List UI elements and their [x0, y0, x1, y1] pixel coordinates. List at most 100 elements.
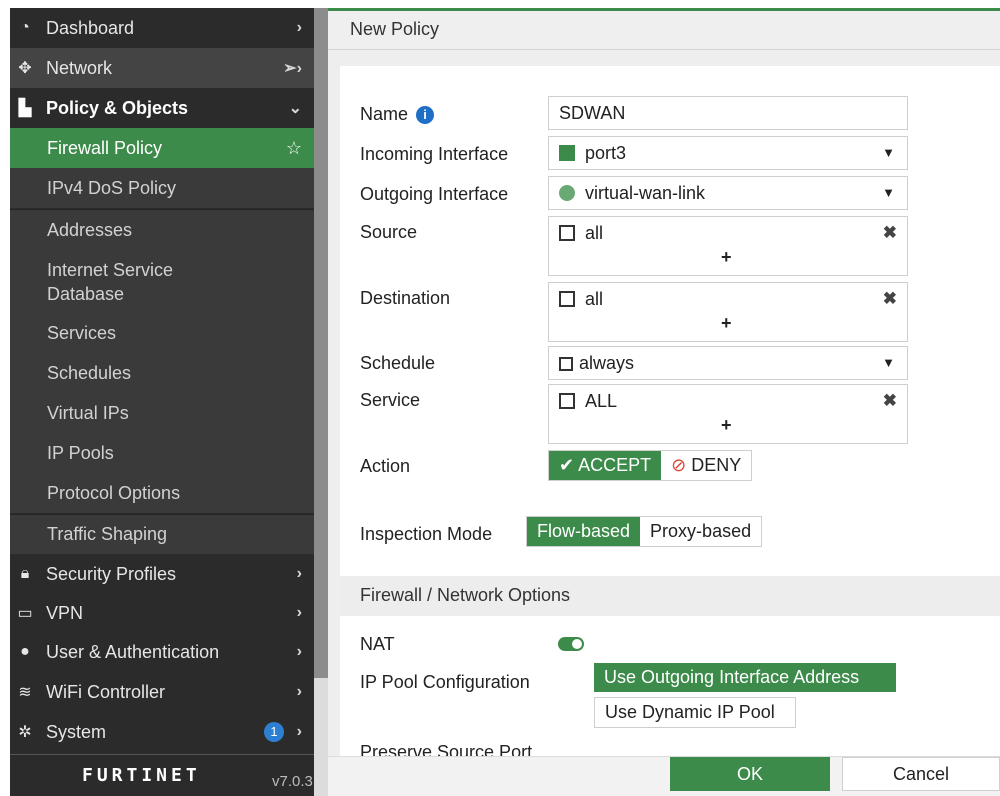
caret-down-icon: ▼ [882, 355, 895, 370]
deny-label: DENY [691, 455, 742, 475]
flow-based-button[interactable]: Flow-based [527, 517, 641, 546]
wifi-icon: ≋ [18, 684, 32, 701]
sidebar-item-label: User & Authentication [46, 641, 220, 662]
accept-button[interactable]: ✔ ACCEPT [549, 451, 662, 480]
sidebar-scrollbar[interactable] [314, 8, 328, 678]
sidebar-item-wifi-controller[interactable]: ≋ WiFi Controller › [10, 672, 314, 712]
source-text: all [585, 223, 604, 243]
page-title: New Policy [350, 19, 440, 39]
address-icon [559, 291, 575, 307]
sidebar-item-label: Protocol Options [47, 482, 181, 503]
add-icon[interactable]: + [721, 415, 732, 436]
chevron-right-icon: › [296, 723, 302, 740]
destination-text: all [585, 289, 604, 309]
sidebar-item-protocol-options[interactable]: Protocol Options [10, 473, 314, 513]
fortinet-logo: FURTINET [82, 765, 201, 786]
sidebar-item-label: Internet Service Database [47, 260, 174, 304]
chevron-right-icon: › [296, 19, 302, 36]
service-field[interactable]: ALL ✖ + [548, 384, 908, 444]
section-header: Firewall / Network Options [340, 576, 1000, 616]
sidebar-item-label: VPN [46, 602, 84, 623]
sidebar: ◔ Dashboard › ✥ Network ➢› ▙ Policy & Ob… [10, 8, 314, 796]
outgoing-interface-select[interactable]: virtual-wan-link ▼ [548, 176, 908, 210]
service-text: ALL [585, 391, 618, 411]
sidebar-item-label: IPv4 DoS Policy [47, 177, 177, 198]
remove-icon[interactable]: ✖ [883, 391, 897, 411]
policy-icon: ▙ [18, 100, 32, 117]
sidebar-item-label: Virtual IPs [47, 402, 129, 423]
port-icon [559, 145, 575, 161]
sidebar-item-network[interactable]: ✥ Network ➢› [10, 48, 314, 88]
cancel-button[interactable]: Cancel [842, 757, 1000, 791]
sdwan-icon [559, 185, 575, 201]
chevron-down-icon: ⌄ [288, 100, 302, 117]
name-label: Name i [360, 104, 435, 125]
remove-icon[interactable]: ✖ [883, 223, 897, 243]
service-icon [559, 393, 575, 409]
schedule-text: always [579, 353, 635, 373]
sidebar-item-addresses[interactable]: Addresses [10, 209, 314, 251]
proxy-based-button[interactable]: Proxy-based [640, 517, 762, 546]
sidebar-item-firewall-policy[interactable]: Firewall Policy ☆ [10, 128, 314, 168]
sidebar-footer: FURTINET v7.0.3 [10, 754, 314, 796]
schedule-label: Schedule [360, 353, 436, 373]
sidebar-item-system[interactable]: ✲ System 1 › [10, 712, 314, 752]
network-icon: ✥ [18, 60, 32, 77]
form-footer: OK Cancel [328, 756, 1000, 796]
deny-button[interactable]: ⊘ DENY [661, 451, 752, 480]
sidebar-item-vpn[interactable]: ▭ VPN › [10, 594, 314, 632]
destination-field[interactable]: all ✖ + [548, 282, 908, 342]
sidebar-item-schedules[interactable]: Schedules [10, 353, 314, 393]
sidebar-item-services[interactable]: Services [10, 313, 314, 353]
outgoing-interface-value: virtual-wan-link [559, 183, 705, 204]
destination-value: all [559, 289, 603, 310]
sidebar-item-internet-service-database[interactable]: Internet Service Database [10, 251, 314, 313]
use-dynamic-ip-pool-button[interactable]: Use Dynamic IP Pool [594, 697, 796, 728]
sidebar-item-traffic-shaping[interactable]: Traffic Shaping [10, 514, 314, 554]
version-label: v7.0.3 [272, 773, 313, 790]
add-icon[interactable]: + [721, 313, 732, 334]
star-icon[interactable]: ☆ [286, 138, 302, 159]
source-value: all [559, 223, 603, 244]
sidebar-item-ip-pools[interactable]: IP Pools [10, 433, 314, 473]
remove-icon[interactable]: ✖ [883, 289, 897, 309]
sidebar-item-virtual-ips[interactable]: Virtual IPs [10, 393, 314, 433]
caret-down-icon: ▼ [882, 145, 895, 160]
sidebar-item-dashboard[interactable]: ◔ Dashboard › [10, 8, 314, 48]
source-field[interactable]: all ✖ + [548, 216, 908, 276]
service-value: ALL [559, 391, 617, 412]
check-icon: ✔ [559, 455, 579, 475]
page-header: New Policy [328, 8, 1000, 50]
name-input-value: SDWAN [559, 103, 626, 123]
dashboard-icon: ◔ [20, 19, 30, 36]
nat-toggle[interactable] [558, 637, 584, 651]
sidebar-item-ipv4-dos-policy[interactable]: IPv4 DoS Policy [10, 168, 314, 208]
chevron-right-icon: › [296, 604, 302, 621]
section-title: Firewall / Network Options [360, 585, 571, 605]
name-label-text: Name [360, 104, 409, 124]
accept-label: ACCEPT [578, 455, 652, 475]
sidebar-item-label: Addresses [47, 220, 133, 240]
sidebar-item-label: IP Pools [47, 442, 114, 463]
sidebar-item-user-authentication[interactable]: ● User & Authentication › [10, 632, 314, 672]
schedule-select[interactable]: always ▼ [548, 346, 908, 380]
info-icon[interactable]: i [416, 106, 435, 124]
chevron-right-icon: › [296, 565, 302, 582]
ok-button[interactable]: OK [670, 757, 830, 791]
incoming-interface-select[interactable]: port3 ▼ [548, 136, 908, 170]
add-icon[interactable]: + [721, 247, 732, 268]
user-icon: ● [20, 643, 30, 660]
lock-icon: 🔒︎ [20, 565, 30, 582]
sidebar-item-label: Firewall Policy [47, 137, 163, 158]
sidebar-scroll-track [314, 678, 328, 796]
use-outgoing-interface-button[interactable]: Use Outgoing Interface Address [594, 663, 896, 692]
name-input[interactable]: SDWAN [548, 96, 908, 130]
sidebar-item-label: Services [47, 322, 117, 343]
preserve-source-port-label: Preserve Source Port [360, 742, 533, 756]
schedule-value: always [559, 353, 634, 374]
sidebar-item-security-profiles[interactable]: 🔒︎ Security Profiles › [10, 554, 314, 594]
action-toggle: ✔ ACCEPT ⊘ DENY [548, 450, 753, 481]
sidebar-item-policy-objects[interactable]: ▙ Policy & Objects ⌄ [10, 88, 314, 128]
policy-form: Name i SDWAN Incoming Interface port3 ▼ O… [340, 66, 1000, 756]
main-panel: New Policy Name i SDWAN Incoming Interfac… [328, 8, 1000, 796]
